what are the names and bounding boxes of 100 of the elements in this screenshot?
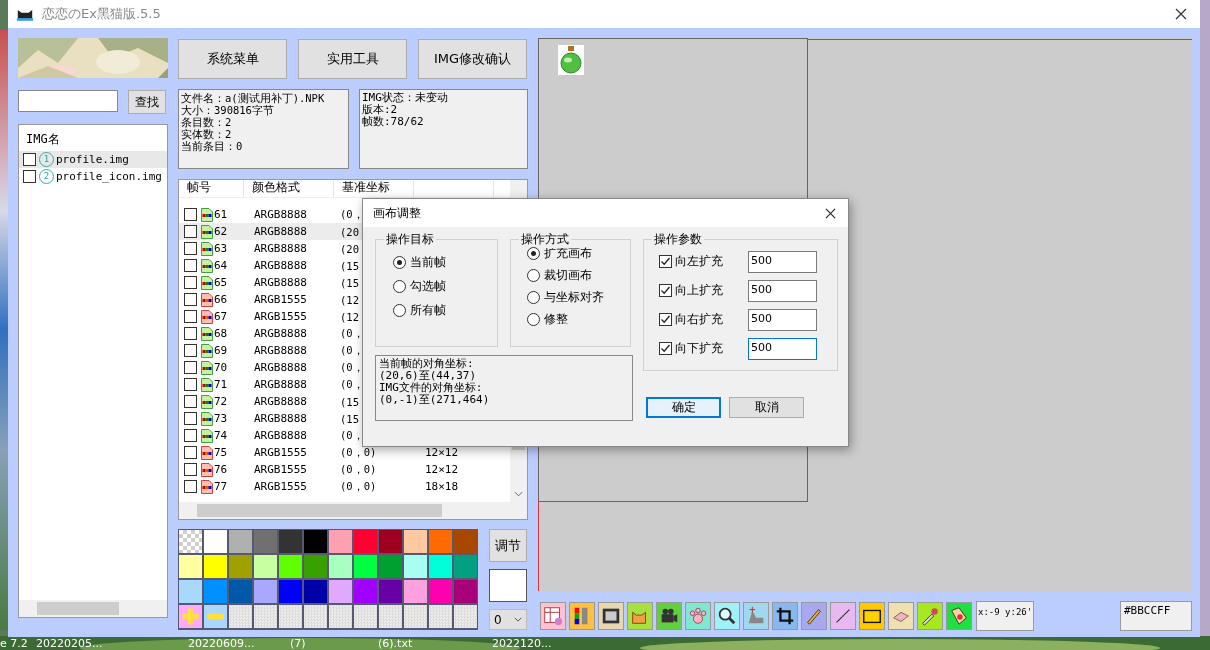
checkbox[interactable] bbox=[184, 293, 197, 306]
input-field[interactable]: 500 bbox=[748, 337, 817, 360]
color-swatch[interactable] bbox=[354, 555, 377, 578]
camera-tool-button[interactable] bbox=[656, 602, 682, 630]
menu-button[interactable]: 系统菜单 bbox=[178, 39, 287, 79]
color-swatch[interactable] bbox=[379, 580, 402, 603]
checkbox[interactable] bbox=[184, 361, 197, 374]
color-swatch[interactable] bbox=[254, 555, 277, 578]
checkbox-label[interactable]: 向左扩充 bbox=[675, 253, 723, 270]
checkbox[interactable] bbox=[184, 412, 197, 425]
color-swatch[interactable] bbox=[179, 555, 202, 578]
frame-row[interactable]: 77 ARGB1555 (0，0) 18×18 bbox=[179, 478, 510, 495]
search-button[interactable]: 查找 bbox=[128, 90, 166, 114]
radio-option[interactable]: 勾选帧 bbox=[376, 274, 497, 298]
color-swatch[interactable] bbox=[379, 605, 402, 628]
radio-option[interactable]: 修整 bbox=[511, 308, 630, 330]
color-swatch[interactable] bbox=[354, 605, 377, 628]
color-swatch[interactable] bbox=[329, 605, 352, 628]
checkbox[interactable] bbox=[659, 342, 672, 355]
color-swatch[interactable] bbox=[229, 555, 252, 578]
frame-row[interactable]: 68 ARGB8888 (0， bbox=[179, 325, 510, 342]
table-tool-button[interactable] bbox=[540, 602, 566, 630]
checkbox[interactable] bbox=[184, 276, 197, 289]
checkbox[interactable] bbox=[184, 429, 197, 442]
color-swatch[interactable] bbox=[329, 555, 352, 578]
radio-option[interactable]: 与坐标对齐 bbox=[511, 286, 630, 308]
color-swatch[interactable] bbox=[429, 580, 452, 603]
checkbox[interactable] bbox=[184, 310, 197, 323]
layer-dropdown[interactable]: 0 bbox=[489, 609, 527, 630]
checkbox[interactable] bbox=[184, 344, 197, 357]
color-swatch[interactable] bbox=[254, 580, 277, 603]
desktop-icon-label[interactable]: e 7.2 bbox=[0, 637, 28, 650]
checkbox[interactable] bbox=[184, 259, 197, 272]
color-swatch[interactable] bbox=[254, 605, 277, 628]
checkbox[interactable] bbox=[184, 225, 197, 238]
desktop-icon-label[interactable]: 2022120... bbox=[492, 637, 552, 650]
checkbox-label[interactable]: 向下扩充 bbox=[675, 340, 723, 357]
color-swatch[interactable] bbox=[304, 555, 327, 578]
color-swatch[interactable] bbox=[229, 605, 252, 628]
color-swatch[interactable] bbox=[279, 555, 302, 578]
checkbox[interactable] bbox=[184, 378, 197, 391]
frame-row[interactable]: 75 ARGB1555 (0，0) 12×12 bbox=[179, 444, 510, 461]
adjust-button[interactable]: 调节 bbox=[489, 529, 527, 562]
color-swatch[interactable] bbox=[304, 580, 327, 603]
cat-tool-button[interactable] bbox=[627, 602, 653, 630]
color-swatch[interactable] bbox=[454, 580, 477, 603]
color-swatch[interactable] bbox=[179, 530, 202, 553]
checkbox[interactable] bbox=[23, 170, 36, 183]
color-swatch[interactable] bbox=[429, 555, 452, 578]
img-list-item[interactable]: 1 profile.img bbox=[19, 151, 167, 168]
checkbox-label[interactable]: 向右扩充 bbox=[675, 311, 723, 328]
column-header[interactable]: 基准坐标 bbox=[334, 180, 414, 197]
color-swatch[interactable] bbox=[429, 530, 452, 553]
color-swatch[interactable] bbox=[329, 530, 352, 553]
color-swatch[interactable] bbox=[354, 580, 377, 603]
checkbox[interactable] bbox=[659, 255, 672, 268]
img-list-item[interactable]: 2 profile_icon.img bbox=[19, 168, 167, 185]
color-swatch[interactable] bbox=[404, 555, 427, 578]
crop-tool-button[interactable] bbox=[772, 602, 798, 630]
input-field[interactable]: 500 bbox=[748, 250, 817, 273]
frame-row[interactable]: 73 ARGB8888 (15 bbox=[179, 410, 510, 427]
color-swatch[interactable] bbox=[404, 580, 427, 603]
current-color-swatch[interactable] bbox=[489, 569, 527, 602]
color-swatch[interactable] bbox=[354, 530, 377, 553]
close-icon[interactable] bbox=[1175, 8, 1187, 20]
color-swatch[interactable] bbox=[379, 530, 402, 553]
menu-button[interactable]: IMG修改确认 bbox=[418, 39, 527, 79]
desktop-icon-label[interactable]: 20220205... bbox=[36, 637, 103, 650]
checkbox[interactable] bbox=[184, 327, 197, 340]
minus-icon[interactable] bbox=[204, 605, 227, 628]
chevron-down-icon[interactable] bbox=[514, 491, 523, 497]
search-field[interactable] bbox=[18, 90, 118, 112]
color-swatch[interactable] bbox=[229, 530, 252, 553]
checkbox[interactable] bbox=[184, 480, 197, 493]
checkbox[interactable] bbox=[659, 284, 672, 297]
horizontal-scrollbar[interactable] bbox=[19, 600, 167, 617]
checkbox[interactable] bbox=[659, 313, 672, 326]
color-swatch[interactable] bbox=[204, 555, 227, 578]
color-swatch[interactable] bbox=[404, 605, 427, 628]
column-header[interactable]: 颜色格式 bbox=[244, 180, 334, 197]
frame-row[interactable]: 76 ARGB1555 (0，0) 12×12 bbox=[179, 461, 510, 478]
frame-row[interactable]: 69 ARGB8888 (0， bbox=[179, 342, 510, 359]
cancel-button[interactable]: 取消 bbox=[729, 397, 804, 418]
color-swatch[interactable] bbox=[454, 605, 477, 628]
color-swatch[interactable] bbox=[304, 530, 327, 553]
color-swatch[interactable] bbox=[279, 605, 302, 628]
checkbox[interactable] bbox=[184, 463, 197, 476]
checkbox[interactable] bbox=[184, 208, 197, 221]
ok-button[interactable]: 确定 bbox=[646, 397, 721, 418]
search-tool-button[interactable] bbox=[714, 602, 740, 630]
color-swatch[interactable] bbox=[454, 555, 477, 578]
color-swatch[interactable] bbox=[454, 530, 477, 553]
color-swatch[interactable] bbox=[204, 530, 227, 553]
color-swatch[interactable] bbox=[254, 530, 277, 553]
palette-tool-button[interactable] bbox=[569, 602, 595, 630]
color-swatch[interactable] bbox=[429, 605, 452, 628]
input-field[interactable]: 500 bbox=[748, 308, 817, 331]
checkbox[interactable] bbox=[23, 153, 36, 166]
rectangle-tool-button[interactable] bbox=[859, 602, 885, 630]
color-swatch[interactable] bbox=[279, 580, 302, 603]
